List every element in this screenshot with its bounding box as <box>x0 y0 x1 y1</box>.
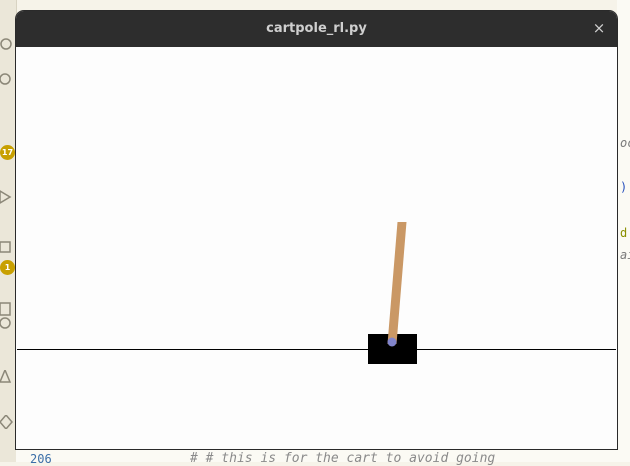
simulation-canvas <box>17 48 616 448</box>
remote-icon[interactable] <box>0 316 14 330</box>
search-icon[interactable] <box>0 38 14 52</box>
extensions-badge: 1 <box>0 260 15 275</box>
app-window: cartpole_rl.py × <box>16 11 617 449</box>
source-control-badge: 17 <box>0 145 15 160</box>
close-button[interactable]: × <box>591 20 607 36</box>
extensions-icon[interactable] <box>0 240 14 254</box>
code-fragment: ai <box>620 248 630 262</box>
testing-icon[interactable] <box>0 302 14 316</box>
code-comment: # # this is for the cart to avoid going <box>190 451 496 466</box>
pole-group <box>387 222 407 347</box>
run-debug-icon[interactable] <box>0 190 14 204</box>
window-title: cartpole_rl.py <box>266 21 367 36</box>
tag-icon[interactable] <box>0 415 14 429</box>
code-fragment: oc <box>620 136 630 150</box>
pole <box>387 222 407 344</box>
ide-editor-overflow: oc ) d ai <box>617 0 630 462</box>
code-fragment: d <box>620 226 628 240</box>
warning-icon[interactable] <box>0 370 14 384</box>
title-bar[interactable]: cartpole_rl.py × <box>16 11 617 47</box>
line-number: 206 <box>30 452 52 466</box>
code-fragment: ) <box>620 180 628 194</box>
axle <box>387 337 397 347</box>
source-control-icon[interactable] <box>0 72 14 86</box>
ide-activity-bar: 17 1 <box>0 0 17 462</box>
